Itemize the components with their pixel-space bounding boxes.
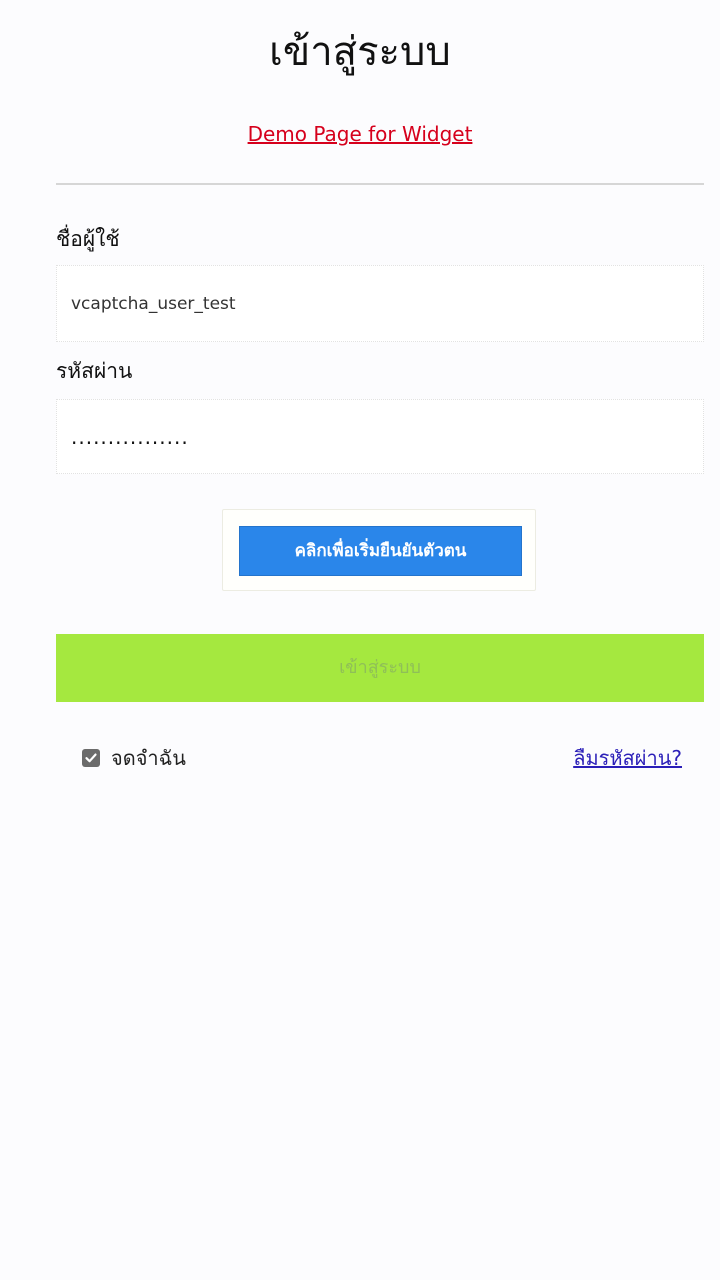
- password-label: รหัสผ่าน: [56, 359, 133, 383]
- checkmark-icon: [85, 753, 97, 763]
- page-title: เข้าสู่ระบบ: [269, 29, 451, 75]
- remember-label: จดจำฉัน: [111, 746, 186, 770]
- forgot-password-link[interactable]: ลืมรหัสผ่าน?: [573, 746, 682, 770]
- forgot-password-container: ลืมรหัสผ่าน?: [573, 744, 682, 772]
- remember-me[interactable]: จดจำฉัน: [82, 744, 186, 772]
- captcha-widget: คลิกเพื่อเริ่มยืนยันตัวตน: [222, 509, 536, 591]
- captcha-verify-button[interactable]: คลิกเพื่อเริ่มยืนยันตัวตน: [239, 526, 522, 576]
- username-input[interactable]: [56, 265, 704, 342]
- remember-checkbox[interactable]: [82, 749, 100, 767]
- username-label: ชื่อผู้ใช้: [56, 227, 120, 251]
- login-submit-button[interactable]: เข้าสู่ระบบ: [56, 634, 704, 702]
- demo-page-link[interactable]: Demo Page for Widget: [248, 122, 473, 146]
- demo-link-container: Demo Page for Widget: [0, 120, 720, 148]
- divider: [56, 183, 704, 185]
- password-input[interactable]: [56, 399, 704, 474]
- login-page: เข้าสู่ระบบ Demo Page for Widget ชื่อผู้…: [0, 0, 720, 1280]
